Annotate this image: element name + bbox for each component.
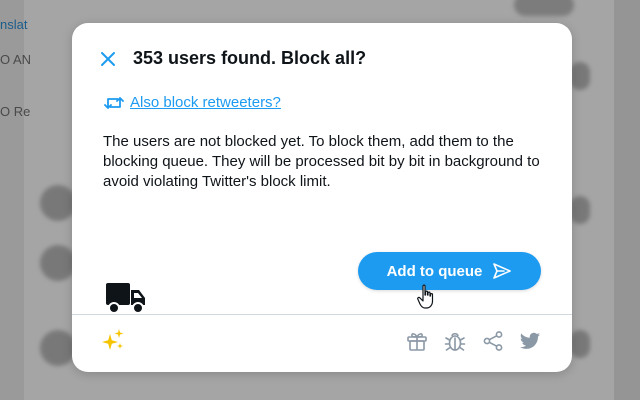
close-icon (101, 52, 115, 66)
footer-divider (72, 314, 572, 315)
backdrop-fragment: O Re (0, 104, 31, 119)
send-icon (493, 263, 512, 279)
backdrop-shape (570, 196, 590, 224)
retweet-link-label: Also block retweeters? (130, 94, 281, 111)
add-to-queue-label: Add to queue (386, 262, 483, 280)
add-to-queue-button[interactable]: Add to queue (358, 252, 541, 290)
block-all-dialog: 353 users found. Block all? Also block r… (72, 23, 572, 372)
backdrop-button (514, 0, 574, 16)
sparkles-icon[interactable] (101, 328, 125, 352)
twitter-bird-icon[interactable] (519, 330, 541, 352)
gift-icon[interactable] (406, 330, 428, 352)
backdrop-shape (570, 62, 590, 90)
bug-icon[interactable] (444, 330, 466, 352)
backdrop-fragment: O AN (0, 52, 32, 67)
retweet-icon (104, 96, 124, 109)
share-icon[interactable] (482, 330, 504, 352)
truck-icon (106, 283, 145, 314)
dialog-description: The users are not blocked yet. To block … (103, 133, 540, 190)
backdrop-avatar (40, 185, 76, 221)
dialog-title: 353 users found. Block all? (133, 48, 367, 68)
backdrop-avatar (40, 245, 76, 281)
backdrop-right-edge (614, 0, 640, 400)
close-button[interactable] (98, 49, 118, 69)
backdrop-avatar (40, 330, 76, 366)
also-block-retweeters-link[interactable]: Also block retweeters? (104, 94, 281, 111)
backdrop-shape (570, 330, 590, 358)
backdrop-fragment: nslat (0, 17, 28, 32)
